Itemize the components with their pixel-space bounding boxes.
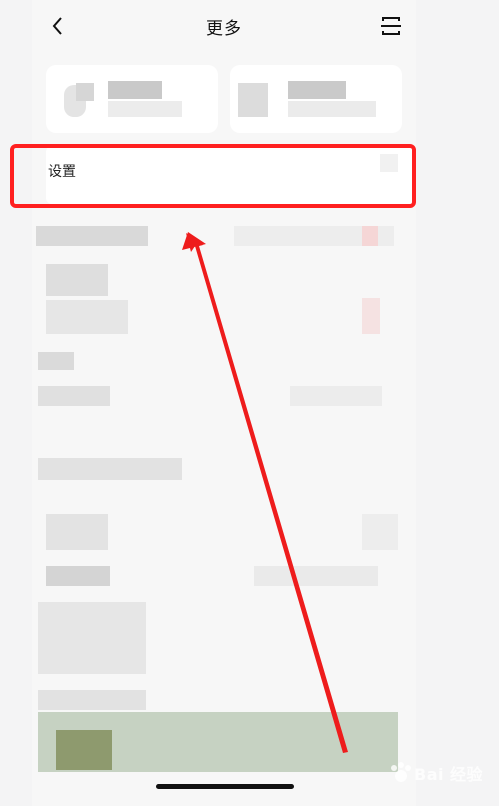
list-item[interactable] (38, 690, 146, 710)
list-item[interactable] (46, 300, 128, 334)
list-item[interactable] (46, 514, 108, 550)
list-item[interactable] (38, 458, 182, 480)
highlight-box (10, 144, 416, 208)
phone-screen: 更多 设置 (32, 0, 416, 806)
account-card-left[interactable] (46, 65, 218, 133)
page-title: 更多 (206, 19, 242, 39)
list-item (254, 566, 378, 586)
top-bar: 更多 (32, 0, 416, 52)
watermark-text: Bai 经验 (414, 765, 484, 784)
list-item[interactable] (46, 566, 110, 586)
account-card-right[interactable] (230, 65, 402, 133)
blurred-block (362, 226, 378, 246)
blurred-block (108, 101, 182, 117)
blurred-menu-list (32, 212, 416, 772)
scan-button[interactable] (378, 13, 404, 39)
watermark: Bai 经验 (384, 752, 496, 792)
list-item[interactable] (38, 352, 74, 370)
blurred-block (56, 730, 112, 770)
home-indicator (156, 784, 294, 789)
blurred-block (288, 81, 346, 99)
list-item[interactable] (38, 602, 146, 674)
blurred-block (362, 514, 398, 550)
blurred-block (108, 81, 162, 99)
list-item[interactable] (38, 386, 110, 406)
blurred-block (362, 298, 380, 334)
list-item[interactable] (36, 226, 148, 246)
list-item (290, 386, 382, 406)
paw-icon (391, 762, 411, 782)
scan-icon (381, 17, 401, 35)
blurred-block (76, 83, 94, 101)
blurred-block (288, 101, 376, 117)
list-item[interactable] (46, 264, 108, 296)
blurred-block (238, 83, 268, 117)
